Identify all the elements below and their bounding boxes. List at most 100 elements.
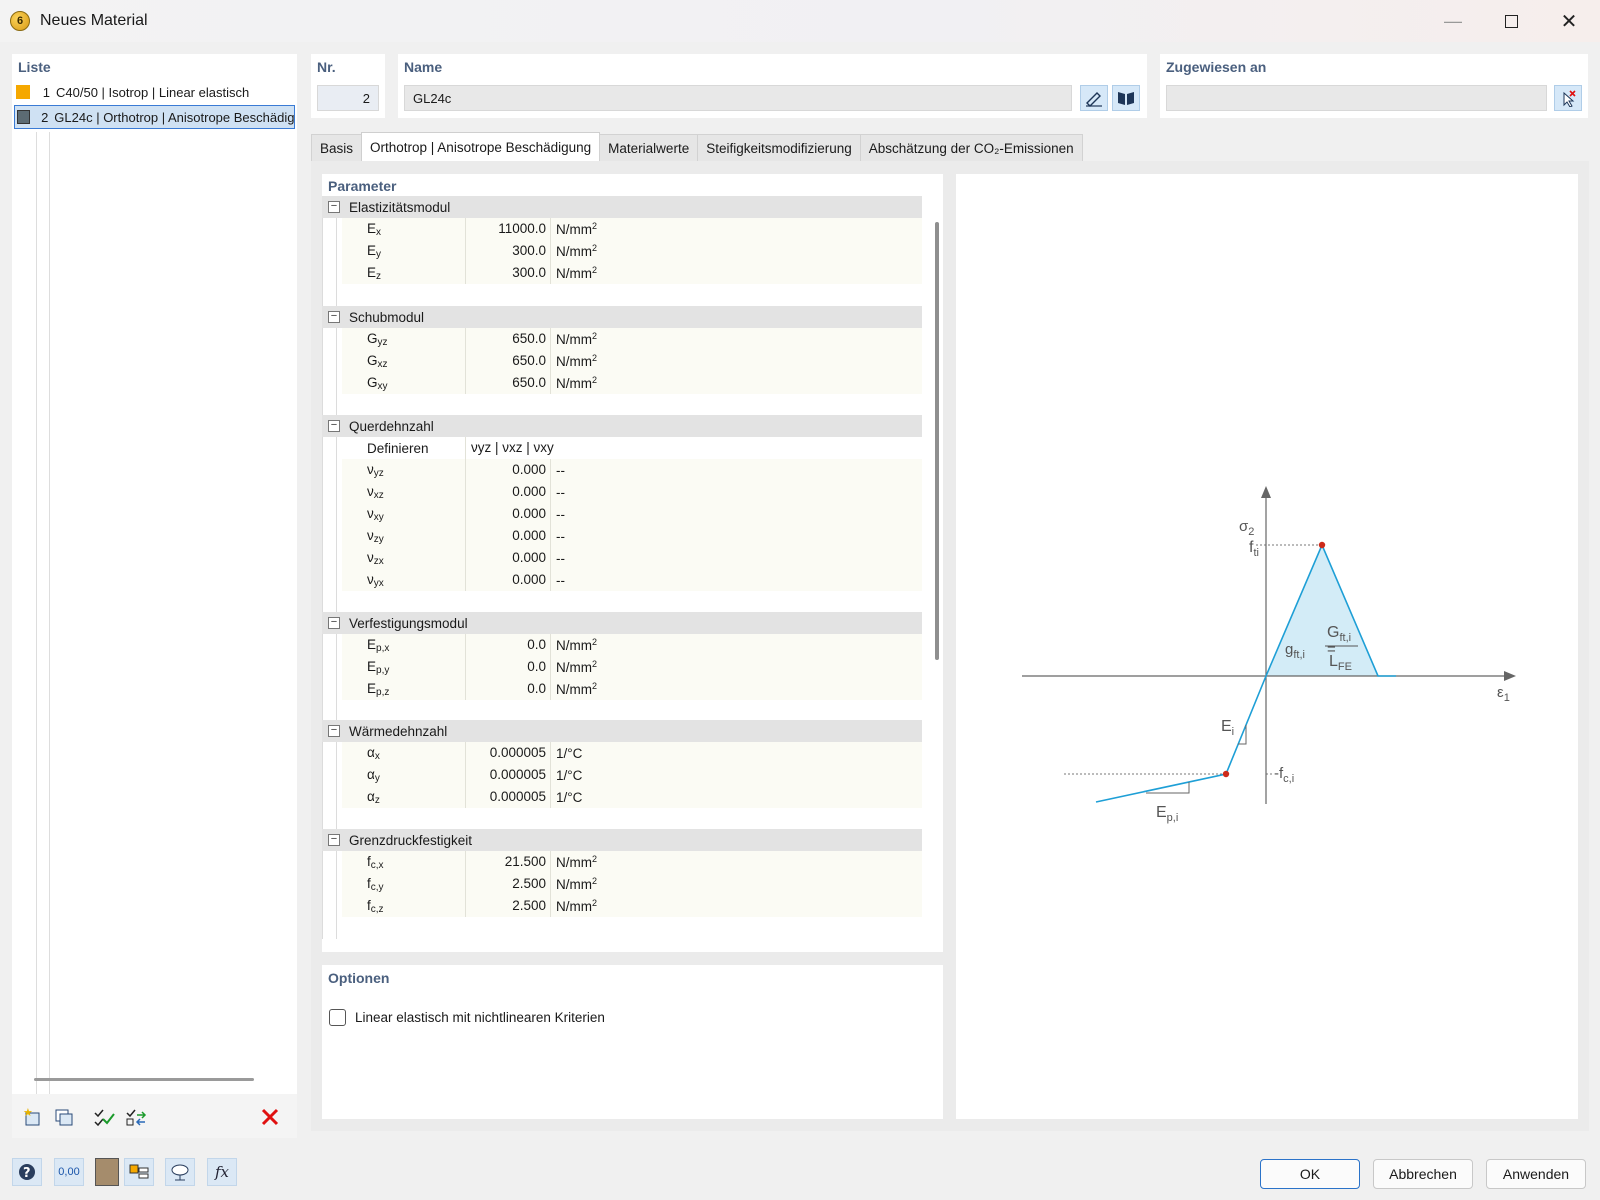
edit-name-button[interactable] (1080, 85, 1108, 111)
parameter-value[interactable]: 0.0 (465, 656, 551, 678)
parameter-value[interactable]: 0.000 (465, 525, 551, 547)
parameter-value[interactable]: 0.000005 (465, 764, 551, 786)
parameter-value[interactable]: 0.0 (465, 634, 551, 656)
parameter-value[interactable]: 300.0 (465, 240, 551, 262)
view-button[interactable] (165, 1158, 195, 1186)
tab-steifigkeit[interactable]: Steifigkeitsmodifizierung (697, 134, 861, 162)
parameter-row[interactable]: Gxz 650.0 N/mm2 (342, 350, 922, 372)
collapse-icon[interactable]: − (328, 311, 340, 323)
parameter-row[interactable]: Ex 11000.0 N/mm2 (342, 218, 922, 240)
help-button[interactable]: ? (12, 1158, 42, 1186)
parameter-value[interactable]: 0.000 (465, 503, 551, 525)
parameter-row[interactable]: νzx 0.000 -- (342, 547, 922, 569)
library-button[interactable] (1112, 85, 1140, 111)
maximize-button[interactable] (1482, 0, 1540, 42)
section-header[interactable]: − Schubmodul (322, 306, 922, 328)
parameter-symbol: Ex (367, 220, 382, 238)
material-color-swatch (17, 110, 30, 124)
parameter-row[interactable]: νzy 0.000 -- (342, 525, 922, 547)
display-button[interactable] (124, 1158, 154, 1186)
parameter-row[interactable]: νyz 0.000 -- (342, 459, 922, 481)
collapse-icon[interactable]: − (328, 617, 340, 629)
parameter-row[interactable]: αy 0.000005 1/°C (342, 764, 922, 786)
parameter-row[interactable]: fc,y 2.500 N/mm2 (342, 873, 922, 895)
delete-material-button[interactable] (256, 1104, 284, 1130)
parameter-value[interactable]: 0.000005 (465, 742, 551, 764)
section-header[interactable]: − Elastizitätsmodul (322, 196, 922, 218)
parameter-row[interactable]: Definieren νyz | νxz | νxy (342, 437, 922, 459)
section-header[interactable]: − Querdehnzahl (322, 415, 922, 437)
list-item-2[interactable]: 2 GL24c | Orthotrop | Anisotrope Beschäd… (14, 105, 295, 129)
parameter-value[interactable]: 2.500 (465, 873, 551, 895)
material-color-swatch (16, 85, 30, 99)
parameter-symbol: Gxz (367, 352, 388, 370)
parameter-row[interactable]: νyx 0.000 -- (342, 569, 922, 591)
parameter-row[interactable]: fc,z 2.500 N/mm2 (342, 895, 922, 917)
tab-co2[interactable]: Abschätzung der CO₂-Emissionen (859, 134, 1083, 162)
parameter-value[interactable]: 0.000 (465, 481, 551, 503)
name-field[interactable]: GL24c (404, 85, 1072, 111)
parameter-value[interactable]: 11000.0 (465, 218, 551, 240)
parameter-row[interactable]: Ep,x 0.0 N/mm2 (342, 634, 922, 656)
parameter-value[interactable]: 650.0 (465, 350, 551, 372)
section-header[interactable]: − Wärmedehnzahl (322, 720, 922, 742)
list-horizontal-scrollbar[interactable] (34, 1078, 254, 1081)
tab-basis[interactable]: Basis (311, 134, 363, 162)
parameter-value[interactable]: 2.500 (465, 895, 551, 917)
parameter-value[interactable]: 650.0 (465, 328, 551, 350)
parameter-unit: N/mm2 (556, 854, 598, 870)
parameter-value[interactable]: 0.0 (465, 678, 551, 700)
app-icon: 6 (10, 11, 30, 31)
section-guide-line (322, 742, 323, 830)
tab-materialwerte[interactable]: Materialwerte (599, 134, 699, 162)
parameter-row[interactable]: αz 0.000005 1/°C (342, 786, 922, 808)
nr-field[interactable]: 2 (317, 85, 379, 111)
book-icon (1118, 92, 1134, 105)
parameter-row[interactable]: fc,x 21.500 N/mm2 (342, 851, 922, 873)
select-assignment-button[interactable] (1554, 85, 1582, 111)
parameter-value[interactable]: 0.000 (465, 459, 551, 481)
formula-button[interactable]: fx (207, 1158, 237, 1186)
close-button[interactable]: ✕ (1540, 0, 1598, 42)
parameter-value[interactable]: 0.000 (465, 547, 551, 569)
color-button[interactable] (95, 1158, 119, 1186)
epi-label: Ep,i (1156, 804, 1178, 824)
assigned-field[interactable] (1166, 85, 1547, 111)
collapse-icon[interactable]: − (328, 201, 340, 213)
parameter-row[interactable]: νxz 0.000 -- (342, 481, 922, 503)
list-item-1[interactable]: 1 C40/50 | Isotrop | Linear elastisch (14, 80, 295, 104)
list-label: Liste (18, 59, 51, 75)
minimize-button[interactable]: — (1424, 0, 1482, 42)
new-material-button[interactable]: ★ (18, 1104, 46, 1130)
copy-material-button[interactable] (50, 1104, 78, 1130)
section-guide-line (336, 634, 337, 722)
swap-check-button[interactable] (122, 1104, 150, 1130)
parameter-row[interactable]: Gyz 650.0 N/mm2 (342, 328, 922, 350)
nonlinear-criteria-checkbox[interactable] (329, 1009, 346, 1026)
units-button[interactable]: 0,00 (54, 1158, 84, 1186)
parameter-row[interactable]: Ep,y 0.0 N/mm2 (342, 656, 922, 678)
parameter-row[interactable]: Ez 300.0 N/mm2 (342, 262, 922, 284)
tab-orthotrop[interactable]: Orthotrop | Anisotrope Beschädigung (361, 132, 601, 162)
ok-button[interactable]: OK (1260, 1159, 1360, 1189)
collapse-icon[interactable]: − (328, 725, 340, 737)
collapse-icon[interactable]: − (328, 420, 340, 432)
apply-button[interactable]: Anwenden (1486, 1159, 1586, 1189)
parameter-value[interactable]: 300.0 (465, 262, 551, 284)
parameter-row[interactable]: Gxy 650.0 N/mm2 (342, 372, 922, 394)
parameter-row[interactable]: Ey 300.0 N/mm2 (342, 240, 922, 262)
section-header[interactable]: − Grenzdruckfestigkeit (322, 829, 922, 851)
define-value[interactable]: νyz | νxz | νxy (465, 437, 554, 459)
parameter-row[interactable]: αx 0.000005 1/°C (342, 742, 922, 764)
parameter-value[interactable]: 21.500 (465, 851, 551, 873)
collapse-icon[interactable]: − (328, 834, 340, 846)
parameter-scrollbar[interactable] (935, 222, 939, 660)
parameter-value[interactable]: 650.0 (465, 372, 551, 394)
cancel-button[interactable]: Abbrechen (1373, 1159, 1473, 1189)
check-all-button[interactable] (90, 1104, 118, 1130)
parameter-row[interactable]: νxy 0.000 -- (342, 503, 922, 525)
parameter-value[interactable]: 0.000 (465, 569, 551, 591)
parameter-value[interactable]: 0.000005 (465, 786, 551, 808)
section-header[interactable]: − Verfestigungsmodul (322, 612, 922, 634)
parameter-row[interactable]: Ep,z 0.0 N/mm2 (342, 678, 922, 700)
